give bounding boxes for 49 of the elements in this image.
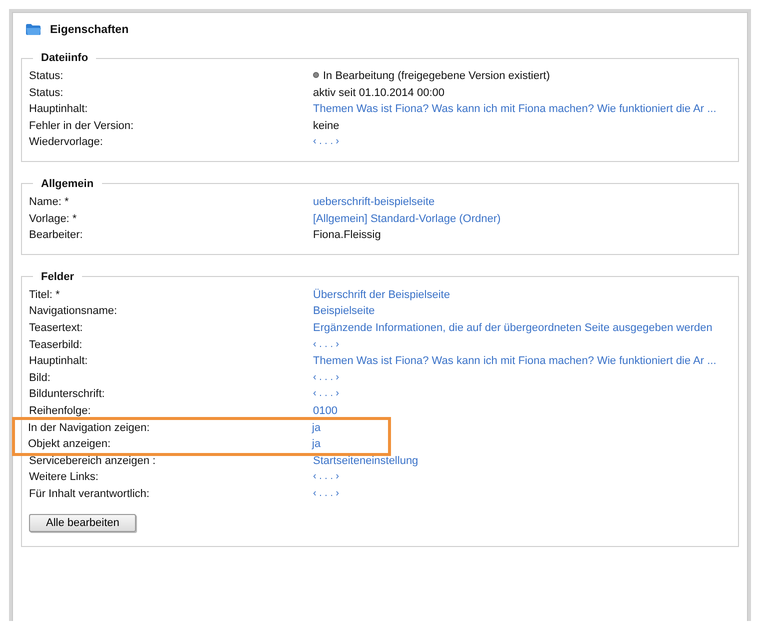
empty-value-link[interactable]: ‹ . . . ›	[313, 469, 724, 486]
field-value-link[interactable]: 0100	[313, 402, 724, 420]
field-value-link[interactable]: ja	[312, 420, 366, 436]
field-value: In Bearbeitung (freigegebene Version existiert)	[323, 70, 550, 82]
field-label: Teasertext:	[29, 322, 83, 334]
field-value-link[interactable]: Ergänzende Informationen, die auf der übergeordneten Seite ausgegeben werden	[313, 320, 724, 337]
field-label: Wiedervorlage:	[29, 136, 103, 148]
edit-all-button[interactable]: Alle bearbeiten	[29, 514, 136, 532]
field-label: Status:	[29, 70, 64, 82]
field-value: aktiv seit 01.10.2014 00:00	[313, 86, 446, 101]
section-legend: Felder	[33, 268, 82, 285]
field-label: Servicebereich anzeigen :	[29, 454, 156, 467]
field-label: Bild:	[29, 372, 50, 384]
field-value-link[interactable]: [Allgemein] Standard-Vorlage (Ordner)	[313, 210, 724, 228]
field-value-link[interactable]: ja	[312, 436, 366, 453]
field-label: Navigationsname:	[29, 305, 118, 318]
status-dot-icon	[313, 72, 319, 78]
field-label: Objekt anzeigen:	[28, 438, 111, 450]
field-label: Weitere Links:	[29, 471, 98, 484]
field-value-link[interactable]: Themen Was ist Fiona? Was kann ich mit Fiona machen? Wie funktioniert die Ar ...	[313, 353, 724, 370]
empty-value-link[interactable]: ‹ . . . ›	[313, 336, 724, 354]
field-label: Status:	[29, 86, 64, 99]
section-legend: Dateiinfo	[33, 50, 96, 66]
field-label: Hauptinhalt:	[29, 355, 88, 368]
field-label: Fehler in der Version:	[29, 120, 134, 132]
section-legend: Allgemein	[33, 176, 102, 192]
field-value-link[interactable]: Überschrift der Beispielseite	[313, 286, 724, 304]
field-label: Hauptinhalt:	[29, 103, 88, 116]
field-label: Name: *	[29, 196, 69, 208]
empty-value-link[interactable]: ‹ . . . ›	[313, 134, 724, 151]
empty-value-link[interactable]: ‹ . . . ›	[313, 386, 724, 403]
field-label: Bearbeiter:	[29, 229, 83, 242]
empty-value-link[interactable]: ‹ . . . ›	[313, 486, 724, 502]
field-label: Reihenfolge:	[29, 404, 91, 417]
field-value-link[interactable]: ueberschrift-beispielseite	[313, 194, 724, 211]
field-value: Fiona.Fleissig	[313, 228, 382, 244]
field-label: Titel: *	[29, 288, 60, 301]
field-label: Teaserbild:	[29, 338, 82, 351]
empty-value-link[interactable]: ‹ . . . ›	[313, 370, 724, 386]
folder-icon	[25, 23, 42, 36]
field-value: keine	[313, 118, 340, 134]
field-value-link[interactable]: Startseiteneinstellung	[313, 452, 724, 470]
field-value-link[interactable]: Themen Was ist Fiona? Was kann ich mit Fiona machen? Wie funktioniert die Ar ...	[313, 101, 724, 118]
field-label: Für Inhalt verantwortlich:	[29, 488, 150, 500]
field-label: Vorlage: *	[29, 212, 77, 225]
field-value-link[interactable]: Beispielseite	[313, 303, 724, 320]
panel-title: Eigenschaften	[50, 24, 129, 36]
field-label: Bildunterschrift:	[29, 388, 105, 400]
field-label: In der Navigation zeigen:	[28, 422, 150, 434]
